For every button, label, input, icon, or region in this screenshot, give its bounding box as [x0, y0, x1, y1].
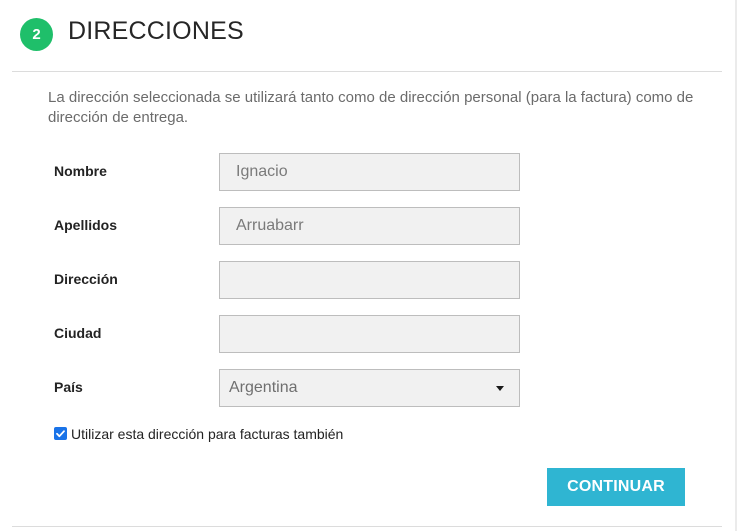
- first-name-row: Nombre: [54, 153, 524, 191]
- last-name-label: Apellidos: [54, 217, 118, 233]
- caret-down-icon: [496, 386, 504, 391]
- address-input[interactable]: [219, 261, 520, 299]
- first-name-input[interactable]: [219, 153, 520, 191]
- billing-checkbox[interactable]: [54, 427, 67, 440]
- country-select[interactable]: Argentina: [219, 369, 520, 407]
- bottom-divider: [12, 526, 722, 527]
- address-label: Dirección: [54, 271, 118, 287]
- step-header[interactable]: 2 DIRECCIONES: [0, 0, 735, 72]
- country-label: País: [54, 379, 83, 395]
- header-divider: [12, 71, 722, 72]
- continue-button[interactable]: CONTINUAR: [547, 468, 685, 506]
- city-input[interactable]: [219, 315, 520, 353]
- first-name-label: Nombre: [54, 163, 107, 179]
- city-row: Ciudad: [54, 315, 524, 353]
- city-label: Ciudad: [54, 325, 102, 341]
- step-title: DIRECCIONES: [68, 17, 244, 45]
- address-intro-text: La dirección seleccionada se utilizará t…: [48, 89, 694, 126]
- country-row: País Argentina: [54, 369, 524, 407]
- address-row: Dirección: [54, 261, 524, 299]
- country-selected-value: Argentina: [229, 379, 298, 396]
- last-name-row: Apellidos: [54, 207, 524, 245]
- step-number-badge: 2: [20, 18, 53, 51]
- checkmark-icon: [56, 430, 65, 438]
- billing-checkbox-label: Utilizar esta dirección para facturas ta…: [71, 426, 344, 442]
- last-name-input[interactable]: [219, 207, 520, 245]
